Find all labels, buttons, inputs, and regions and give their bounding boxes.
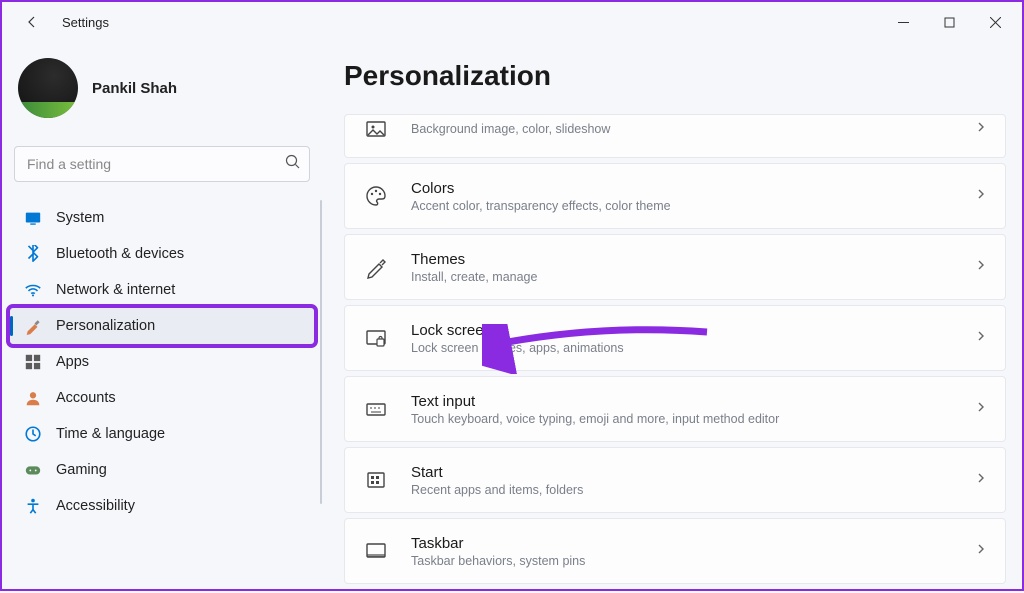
card-text: Lock screen Lock screen images, apps, an…	[411, 322, 953, 355]
window-controls	[880, 7, 1018, 37]
arrow-left-icon	[24, 14, 40, 30]
user-row[interactable]: Pankil Shah	[10, 42, 314, 142]
main-content: Personalization Background Background im…	[322, 42, 1022, 593]
search-input[interactable]	[14, 146, 310, 182]
card-title: Taskbar	[411, 535, 953, 552]
card-title: Lock screen	[411, 322, 953, 339]
card-lock-screen[interactable]: Lock screen Lock screen images, apps, an…	[344, 305, 1006, 371]
sidebar-item-label: Gaming	[56, 462, 107, 478]
textinput-icon	[363, 396, 389, 422]
card-text: Colors Accent color, transparency effect…	[411, 180, 953, 213]
sidebar-item-time-language[interactable]: Time & language	[10, 416, 314, 452]
card-start[interactable]: Start Recent apps and items, folders	[344, 447, 1006, 513]
minimize-button[interactable]	[880, 7, 926, 37]
page-title: Personalization	[344, 60, 1006, 92]
colors-icon	[363, 183, 389, 209]
chevron-right-icon	[975, 187, 987, 205]
sidebar-item-label: Personalization	[56, 318, 155, 334]
sidebar-item-label: Apps	[56, 354, 89, 370]
card-text-input[interactable]: Text input Touch keyboard, voice typing,…	[344, 376, 1006, 442]
sidebar-item-system[interactable]: System	[10, 200, 314, 236]
chevron-right-icon	[975, 258, 987, 276]
background-icon	[363, 116, 389, 142]
chevron-right-icon	[975, 542, 987, 560]
wifi-icon	[24, 281, 42, 299]
sidebar-item-gaming[interactable]: Gaming	[10, 452, 314, 488]
paint-icon	[24, 317, 42, 335]
gaming-icon	[24, 461, 42, 479]
bluetooth-icon	[24, 245, 42, 263]
sidebar-item-label: Bluetooth & devices	[56, 246, 184, 262]
chevron-right-icon	[975, 471, 987, 489]
titlebar: Settings	[2, 2, 1022, 42]
chevron-right-icon	[975, 400, 987, 418]
chevron-right-icon	[975, 120, 987, 138]
sidebar-item-apps[interactable]: Apps	[10, 344, 314, 380]
card-subtitle: Touch keyboard, voice typing, emoji and …	[411, 412, 953, 426]
window-title: Settings	[62, 15, 109, 30]
back-button[interactable]	[20, 10, 44, 34]
nav-list: System Bluetooth & devices Network & inter…	[10, 200, 314, 524]
sidebar-item-network-internet[interactable]: Network & internet	[10, 272, 314, 308]
apps-icon	[24, 353, 42, 371]
sidebar-item-accessibility[interactable]: Accessibility	[10, 488, 314, 524]
card-subtitle: Lock screen images, apps, animations	[411, 341, 953, 355]
card-subtitle: Background image, color, slideshow	[411, 122, 953, 136]
user-name: Pankil Shah	[92, 80, 177, 97]
card-text: Themes Install, create, manage	[411, 251, 953, 284]
card-title: Themes	[411, 251, 953, 268]
sidebar-item-accounts[interactable]: Accounts	[10, 380, 314, 416]
sidebar-item-personalization[interactable]: Personalization	[10, 308, 314, 344]
search-wrap	[14, 146, 310, 182]
lockscreen-icon	[363, 325, 389, 351]
system-icon	[24, 209, 42, 227]
card-subtitle: Install, create, manage	[411, 270, 953, 284]
minimize-icon	[898, 17, 909, 28]
sidebar: Pankil Shah System Bluetooth & devices Net…	[2, 42, 322, 593]
maximize-button[interactable]	[926, 7, 972, 37]
cards-list: Background Background image, color, slid…	[344, 114, 1006, 584]
themes-icon	[363, 254, 389, 280]
card-background[interactable]: Background Background image, color, slid…	[344, 114, 1006, 158]
card-text: Start Recent apps and items, folders	[411, 464, 953, 497]
card-colors[interactable]: Colors Accent color, transparency effect…	[344, 163, 1006, 229]
card-text: Text input Touch keyboard, voice typing,…	[411, 393, 953, 426]
card-subtitle: Recent apps and items, folders	[411, 483, 953, 497]
close-button[interactable]	[972, 7, 1018, 37]
accounts-icon	[24, 389, 42, 407]
card-subtitle: Taskbar behaviors, system pins	[411, 554, 953, 568]
sidebar-item-label: Time & language	[56, 426, 165, 442]
sidebar-item-label: Accessibility	[56, 498, 135, 514]
card-title: Text input	[411, 393, 953, 410]
card-text: Taskbar Taskbar behaviors, system pins	[411, 535, 953, 568]
sidebar-item-bluetooth-devices[interactable]: Bluetooth & devices	[10, 236, 314, 272]
accessibility-icon	[24, 497, 42, 515]
taskbar-icon	[363, 538, 389, 564]
sidebar-item-label: System	[56, 210, 104, 226]
sidebar-item-label: Accounts	[56, 390, 116, 406]
card-title: Start	[411, 464, 953, 481]
maximize-icon	[944, 17, 955, 28]
app-body: Pankil Shah System Bluetooth & devices Net…	[2, 42, 1022, 593]
card-title: Colors	[411, 180, 953, 197]
card-subtitle: Accent color, transparency effects, colo…	[411, 199, 953, 213]
card-taskbar[interactable]: Taskbar Taskbar behaviors, system pins	[344, 518, 1006, 584]
chevron-right-icon	[975, 329, 987, 347]
avatar	[18, 58, 78, 118]
start-icon	[363, 467, 389, 493]
card-text: Background Background image, color, slid…	[411, 122, 953, 136]
close-icon	[990, 17, 1001, 28]
card-themes[interactable]: Themes Install, create, manage	[344, 234, 1006, 300]
time-icon	[24, 425, 42, 443]
sidebar-item-label: Network & internet	[56, 282, 175, 298]
